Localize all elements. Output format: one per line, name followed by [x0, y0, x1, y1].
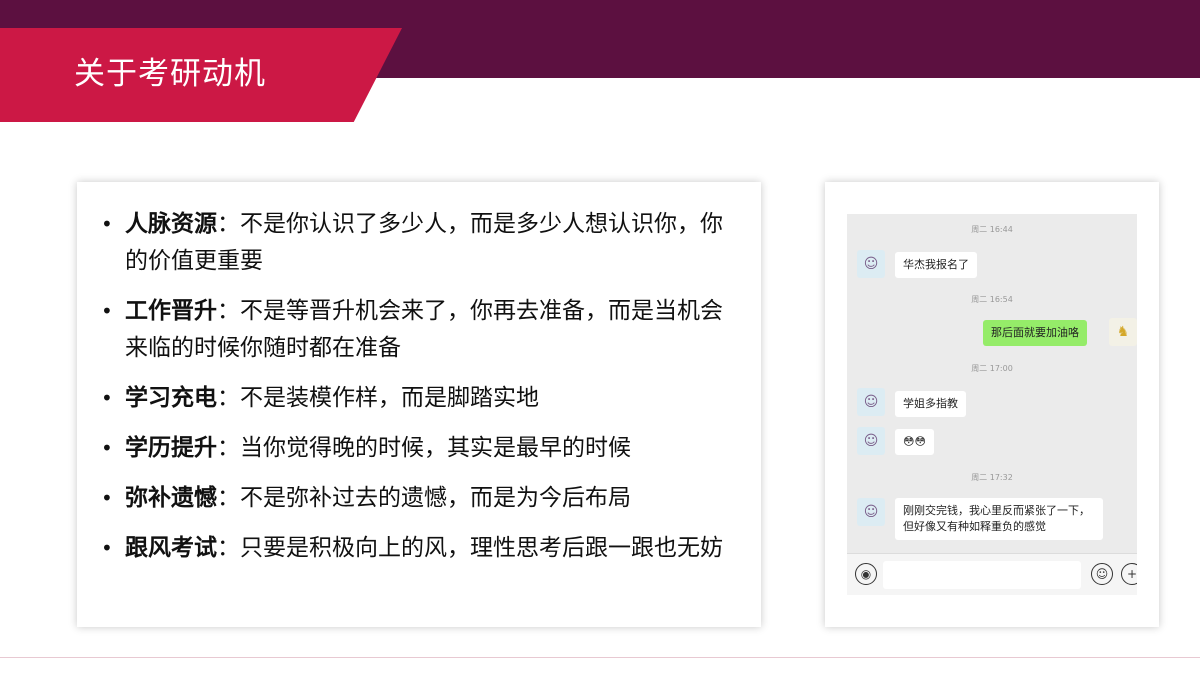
avatar-icon: ☺ — [857, 427, 885, 455]
avatar-icon: ☺ — [857, 250, 885, 278]
chat-timestamp: 周二 17:00 — [971, 364, 1013, 373]
footer-divider — [0, 657, 1200, 658]
motivation-item: • 工作晋升：不是等晋升机会来了，你再去准备，而是当机会来临的时候你随时都在准备 — [101, 293, 741, 367]
bullet-icon: • — [101, 436, 113, 460]
chat-timestamp: 周二 16:54 — [971, 295, 1013, 304]
voice-icon[interactable]: ◉ — [855, 563, 877, 585]
motivation-term: 人脉资源 — [125, 211, 217, 237]
chat-screen: 周二 16:44 ☺ 华杰我报名了 周二 16:54 那后面就要加油咯 ♞ 周二… — [847, 214, 1137, 595]
chat-bubble-sent: 那后面就要加油咯 — [983, 320, 1087, 346]
chat-timestamp: 周二 16:44 — [971, 225, 1013, 234]
motivation-item: • 弥补遗憾：不是弥补过去的遗憾，而是为今后布局 — [101, 480, 741, 517]
bullet-icon: • — [101, 299, 113, 323]
chat-bubble-received: 刚刚交完钱，我心里反而紧张了一下，但好像又有种如释重负的感觉 — [895, 498, 1103, 540]
chat-bubble-received: 华杰我报名了 — [895, 252, 977, 278]
bullet-icon: • — [101, 536, 113, 560]
motivation-item: • 学历提升：当你觉得晚的时候，其实是最早的时候 — [101, 430, 741, 467]
slide-title: 关于考研动机 — [74, 56, 266, 92]
motivation-term: 学习充电 — [125, 385, 217, 411]
emoji-icon[interactable]: ☺ — [1091, 563, 1113, 585]
bullet-icon: • — [101, 212, 113, 236]
plus-icon[interactable]: + — [1121, 563, 1137, 585]
avatar-icon: ☺ — [857, 498, 885, 526]
motivation-item: • 人脉资源：不是你认识了多少人，而是多少人想认识你，你的价值更重要 — [101, 206, 741, 280]
motivation-item: • 学习充电：不是装模作样，而是脚踏实地 — [101, 380, 741, 417]
avatar-icon: ☺ — [857, 388, 885, 416]
motivation-term: 跟风考试 — [125, 535, 217, 561]
chat-input-field[interactable] — [883, 561, 1081, 589]
motivation-text: ：不是装模作样，而是脚踏实地 — [217, 385, 539, 411]
motivation-text: ：只要是积极向上的风，理性思考后跟一跟也无妨 — [217, 535, 723, 561]
chat-bubble-received: 😳😳 — [895, 429, 934, 455]
bullet-icon: • — [101, 386, 113, 410]
motivation-term: 学历提升 — [125, 435, 217, 461]
motivation-list: • 人脉资源：不是你认识了多少人，而是多少人想认识你，你的价值更重要 • 工作晋… — [101, 206, 741, 580]
motivation-text: ：当你觉得晚的时候，其实是最早的时候 — [217, 435, 631, 461]
motivation-term: 工作晋升 — [125, 298, 217, 324]
chat-screenshot-card: 周二 16:44 ☺ 华杰我报名了 周二 16:54 那后面就要加油咯 ♞ 周二… — [825, 182, 1159, 627]
chat-bubble-received: 学姐多指教 — [895, 391, 966, 417]
motivation-term: 弥补遗憾 — [125, 485, 217, 511]
chat-input-bar: ◉ ☺ + — [847, 553, 1137, 595]
chat-timestamp: 周二 17:32 — [971, 473, 1013, 482]
motivation-item: • 跟风考试：只要是积极向上的风，理性思考后跟一跟也无妨 — [101, 530, 741, 567]
bullet-icon: • — [101, 486, 113, 510]
avatar-icon: ♞ — [1109, 318, 1137, 346]
motivation-text: ：不是弥补过去的遗憾，而是为今后布局 — [217, 485, 631, 511]
motivation-card: • 人脉资源：不是你认识了多少人，而是多少人想认识你，你的价值更重要 • 工作晋… — [77, 182, 761, 627]
